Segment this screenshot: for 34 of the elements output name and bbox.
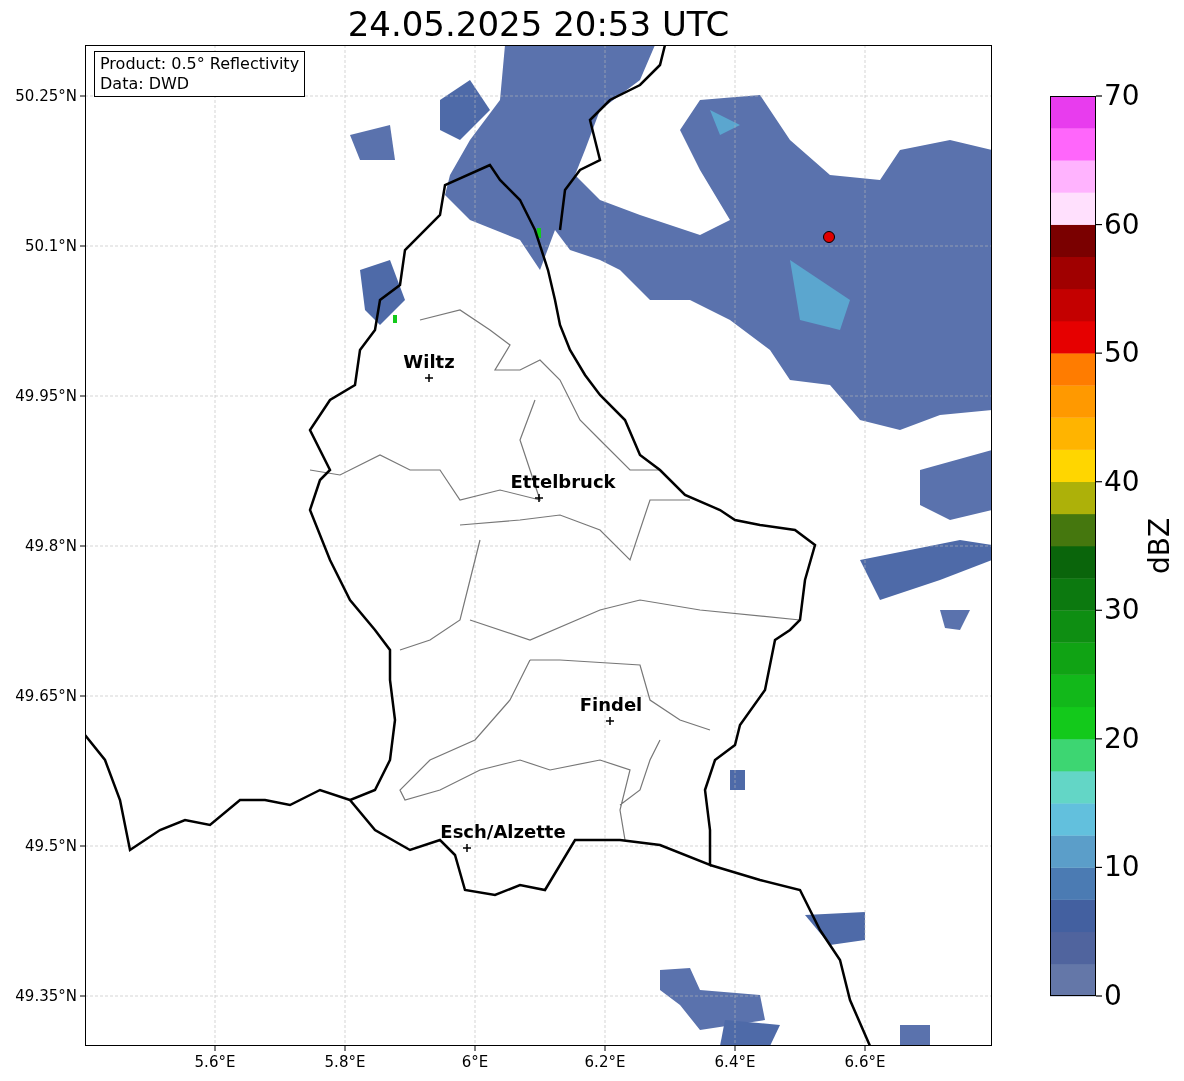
axis-tick-label: 5.8°E — [323, 1053, 367, 1071]
axis-tick-label: 49.65°N — [14, 687, 77, 705]
colorbar-label: dBZ — [1144, 516, 1176, 577]
colorbar-tick-label: 0 — [1104, 980, 1122, 1012]
axis-tick-label: 50.25°N — [14, 87, 77, 105]
radar-site-icon — [823, 231, 835, 243]
axis-tick-label: 6°E — [460, 1053, 490, 1071]
axis-tick-label: 49.35°N — [14, 987, 77, 1005]
place-label: Wiltz — [402, 352, 456, 372]
colorbar-tick-label: 70 — [1104, 80, 1140, 112]
axis-tick-label: 50.1°N — [23, 237, 77, 255]
info-text: Product: 0.5° Reflectivity — [100, 54, 300, 74]
plus-icon — [424, 373, 434, 383]
axis-tick-label: 49.8°N — [23, 537, 77, 555]
axis-tick-label: 6.4°E — [713, 1053, 757, 1071]
plus-icon — [462, 843, 472, 853]
place-label: Esch/Alzette — [439, 822, 567, 842]
axis-tick-label: 49.5°N — [23, 837, 77, 855]
axis-tick-label: 49.95°N — [14, 387, 77, 405]
chart-title: 24.05.2025 20:53 UTC — [346, 4, 731, 44]
axis-tick-label: 5.6°E — [193, 1053, 237, 1071]
plus-icon — [605, 716, 615, 726]
plus-icon — [534, 493, 544, 503]
colorbar-tick-label: 20 — [1104, 722, 1140, 755]
info-text: Data: DWD — [100, 74, 191, 94]
colorbar-tick-label: 50 — [1104, 337, 1140, 370]
place-label: Ettelbruck — [509, 472, 617, 492]
colorbar-tick-label: 30 — [1104, 594, 1140, 627]
colorbar-tick-label: 40 — [1104, 465, 1140, 498]
colorbar-tick-label: 10 — [1104, 851, 1140, 884]
colorbar-tick-label: 60 — [1104, 208, 1140, 241]
place-label: Findel — [578, 695, 644, 715]
axis-tick-label: 6.6°E — [843, 1053, 887, 1071]
axis-tick-label: 6.2°E — [583, 1053, 627, 1071]
